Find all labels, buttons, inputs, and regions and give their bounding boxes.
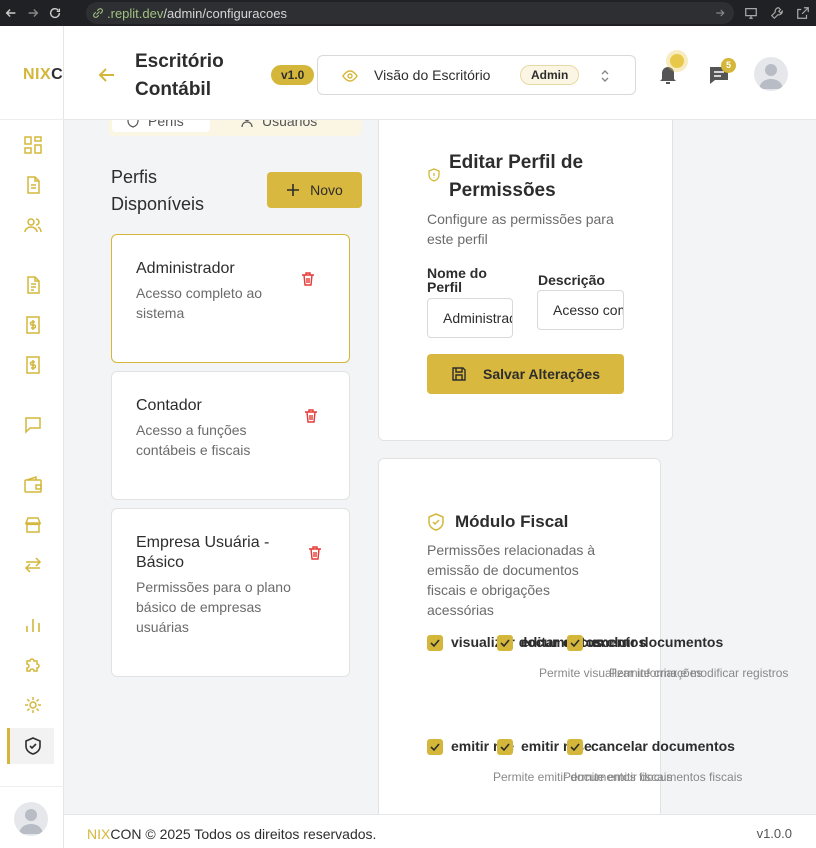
footer-copyright: NIXCON © 2025 Todos os direitos reservad…: [87, 826, 377, 842]
sidebar-divider: [0, 119, 64, 120]
go-arrow-icon[interactable]: [714, 7, 726, 19]
profile-tabs: Perfis Usuários: [108, 120, 362, 136]
link-icon: [93, 8, 103, 18]
permission-description: Permite criar e modificar registros: [609, 666, 789, 680]
eye-icon: [342, 70, 358, 82]
version-badge: v1.0: [271, 65, 315, 85]
page-title: Escritório Contábil: [135, 51, 224, 100]
tab-usuarios-label: Usuários: [262, 120, 318, 129]
new-profile-button[interactable]: Novo: [267, 172, 362, 208]
dashboard-icon[interactable]: [22, 134, 44, 156]
url-path: /admin/configuracoes: [163, 5, 287, 21]
view-selector[interactable]: Visão do Escritório Admin: [317, 55, 636, 95]
permission-checkbox[interactable]: [427, 635, 443, 651]
bar-chart-icon[interactable]: [22, 614, 44, 636]
profile-description: Permissões para o plano básico de empres…: [136, 579, 291, 635]
external-link-icon[interactable]: [796, 6, 810, 20]
dollar-file-icon[interactable]: [22, 354, 44, 376]
gear-icon[interactable]: [22, 694, 44, 716]
shield-check-icon: [428, 513, 444, 531]
chevron-up-down-icon: [601, 70, 609, 82]
permission-description: Permite emitir documentos fiscais: [563, 770, 743, 784]
shield-check-icon[interactable]: [22, 735, 44, 757]
main-content: Perfis Usuários Perfis Disponíveis Novo …: [64, 120, 816, 814]
page-footer: NIXCON © 2025 Todos os direitos reservad…: [64, 814, 816, 848]
sidebar: NIXCON: [0, 26, 64, 848]
save-changes-button[interactable]: Salvar Alterações: [427, 354, 624, 394]
edit-profile-subtitle: Configure as permissões para este perfil: [427, 211, 614, 247]
sidebar-bottom-divider: [0, 786, 64, 787]
profile-name: Empresa Usuária - Básico: [136, 534, 270, 571]
wrench-icon[interactable]: [770, 6, 784, 20]
url-host: .replit.dev: [107, 5, 164, 21]
browser-toolbar: .replit.dev/admin/configuracoes: [0, 0, 816, 26]
edit-profile-title: Editar Perfil de Permissões: [449, 152, 584, 201]
profile-description: Acesso a funções contábeis e fiscais: [136, 422, 251, 458]
module-fiscal-card: Módulo Fiscal Permissões relacionadas à …: [378, 458, 788, 814]
profile-card-contador[interactable]: Contador Acesso a funções contábeis e fi…: [111, 371, 350, 500]
document-icon[interactable]: [22, 174, 44, 196]
new-profile-label: Novo: [310, 182, 343, 198]
save-changes-label: Salvar Alterações: [483, 366, 600, 382]
trash-icon[interactable]: [307, 545, 323, 561]
notification-dot: [670, 54, 684, 68]
footer-version: v1.0.0: [756, 826, 792, 841]
tab-perfis-label: Perfis: [148, 120, 184, 129]
permission-checkbox[interactable]: [427, 739, 443, 755]
view-label: Visão do Escritório: [374, 67, 491, 83]
forward-nav-icon[interactable]: [22, 0, 44, 26]
puzzle-icon[interactable]: [22, 654, 44, 676]
save-icon: [452, 367, 466, 381]
module-subtitle: Permissões relacionadas à emissão de doc…: [427, 542, 596, 618]
tab-perfis[interactable]: Perfis: [112, 120, 210, 132]
user-avatar[interactable]: [754, 57, 788, 91]
monitor-icon[interactable]: [744, 6, 758, 20]
avatar[interactable]: [14, 802, 48, 836]
wallet-icon[interactable]: [22, 474, 44, 496]
permission-checkbox[interactable]: [567, 739, 583, 755]
trash-icon[interactable]: [300, 271, 316, 287]
file-text-icon[interactable]: [22, 274, 44, 296]
brand-logo[interactable]: NIXCON: [23, 66, 64, 84]
users-icon[interactable]: [22, 214, 44, 236]
profile-name: Administrador: [136, 260, 235, 277]
shield-icon: [428, 168, 440, 182]
plus-icon: [287, 184, 300, 196]
chat-icon[interactable]: [22, 414, 44, 436]
profile-name-label: Nome do Perfil: [427, 265, 487, 295]
profile-card-administrador[interactable]: Administrador Acesso completo ao sistema: [111, 234, 350, 363]
profile-description-field[interactable]: [537, 290, 624, 330]
address-bar[interactable]: .replit.dev/admin/configuracoes: [86, 2, 734, 24]
profile-name-field[interactable]: [427, 298, 513, 338]
profile-description-label: Descrição: [538, 272, 605, 288]
edit-profile-card: Editar Perfil de Permissões Configure as…: [378, 120, 673, 441]
permission-label: excluir documentos: [591, 634, 724, 650]
page-header: Escritório Contábil v1.0 Visão do Escrit…: [64, 26, 816, 120]
permission-checkbox[interactable]: [497, 635, 513, 651]
permission-checkbox[interactable]: [497, 739, 513, 755]
role-badge: Admin: [520, 65, 580, 85]
dollar-file-icon[interactable]: [22, 314, 44, 336]
user-icon: [241, 120, 253, 128]
profile-name: Contador: [136, 397, 202, 414]
tab-usuarios[interactable]: Usuários: [240, 120, 317, 132]
back-nav-icon[interactable]: [0, 0, 22, 26]
shield-icon: [127, 120, 139, 128]
permission-label: cancelar documentos: [591, 738, 735, 754]
profile-card-empresa-usuaria[interactable]: Empresa Usuária - Básico Permissões para…: [111, 508, 350, 677]
profile-description: Acesso completo ao sistema: [136, 285, 263, 321]
transfer-icon[interactable]: [22, 554, 44, 576]
trash-icon[interactable]: [303, 408, 319, 424]
reload-icon[interactable]: [44, 0, 66, 26]
store-icon[interactable]: [22, 514, 44, 536]
arrow-left-icon[interactable]: [96, 64, 118, 86]
permission-checkbox[interactable]: [567, 635, 583, 651]
module-title: Módulo Fiscal: [455, 512, 569, 531]
message-count-badge: 5: [721, 58, 736, 73]
profiles-list-title: Perfis Disponíveis: [111, 167, 205, 214]
